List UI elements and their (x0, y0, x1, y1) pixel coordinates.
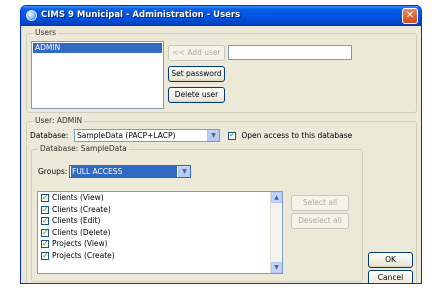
checkbox-icon[interactable] (41, 215, 49, 227)
users-legend: Users (33, 28, 59, 37)
scroll-up-icon[interactable]: ▲ (271, 192, 282, 203)
database-select[interactable]: SampleData (PACP+LACP) ▼ (74, 129, 220, 142)
permission-label: Clients (Delete) (52, 227, 111, 237)
open-access-label: Open access to this database (241, 131, 353, 140)
database-legend: Database: SampleData (38, 144, 129, 153)
list-item[interactable]: ADMIN (33, 43, 162, 53)
permission-label: Clients (Edit) (52, 216, 101, 225)
database-label: Database: (30, 131, 69, 140)
user-legend: User: ADMIN (33, 116, 85, 125)
groups-value: FULL ACCESS (71, 166, 177, 177)
permission-label: Clients (Create) (52, 204, 111, 214)
checkbox-icon[interactable] (41, 204, 49, 215)
close-button[interactable]: ✕ (402, 8, 418, 24)
chevron-down-icon[interactable]: ▼ (178, 166, 190, 177)
ok-button[interactable]: OK (368, 252, 413, 268)
checkbox-icon[interactable] (41, 238, 49, 250)
checkbox-icon[interactable] (41, 227, 49, 238)
checkbox-icon[interactable] (41, 250, 49, 261)
users-dialog: CIMS 9 Municipal - Administration - User… (20, 5, 422, 284)
checkbox-icon[interactable] (41, 192, 49, 204)
window-title: CIMS 9 Municipal - Administration - User… (41, 10, 241, 20)
users-list[interactable]: ADMIN (31, 41, 164, 109)
database-value: SampleData (PACP+LACP) (77, 131, 176, 140)
groups-label: Groups: (38, 167, 68, 176)
add-user-button[interactable]: << Add user (168, 45, 225, 61)
list-item[interactable]: Clients (View) (38, 192, 282, 204)
permission-label: Clients (View) (52, 193, 104, 202)
open-access-checkbox[interactable]: Open access to this database (228, 130, 353, 140)
set-password-button[interactable]: Set password (168, 66, 225, 82)
permission-label: Projects (Create) (52, 250, 115, 260)
scroll-down-icon[interactable]: ▼ (271, 262, 282, 273)
select-all-button[interactable]: Select all (291, 195, 349, 211)
list-item[interactable]: Clients (Delete) (38, 227, 282, 238)
chevron-down-icon[interactable]: ▼ (207, 130, 219, 141)
permissions-list[interactable]: Clients (View) Clients (Create) Clients … (37, 191, 283, 274)
checkbox-icon[interactable] (228, 130, 236, 140)
list-item[interactable]: Projects (Create) (38, 250, 282, 261)
delete-user-button[interactable]: Delete user (168, 87, 225, 103)
app-icon (26, 10, 37, 21)
title-bar[interactable]: CIMS 9 Municipal - Administration - User… (21, 6, 421, 26)
deselect-all-button[interactable]: Deselect all (291, 213, 349, 229)
list-item[interactable]: Clients (Create) (38, 204, 282, 215)
permission-label: Projects (View) (52, 239, 108, 248)
new-user-field[interactable] (228, 45, 352, 60)
list-item[interactable]: Projects (View) (38, 238, 282, 250)
permissions-scrollbar[interactable]: ▲ ▼ (270, 192, 282, 273)
cancel-button[interactable]: Cancel (368, 270, 413, 283)
list-item[interactable]: Clients (Edit) (38, 215, 282, 227)
groups-select[interactable]: FULL ACCESS ▼ (69, 165, 191, 178)
close-icon: ✕ (405, 10, 415, 21)
